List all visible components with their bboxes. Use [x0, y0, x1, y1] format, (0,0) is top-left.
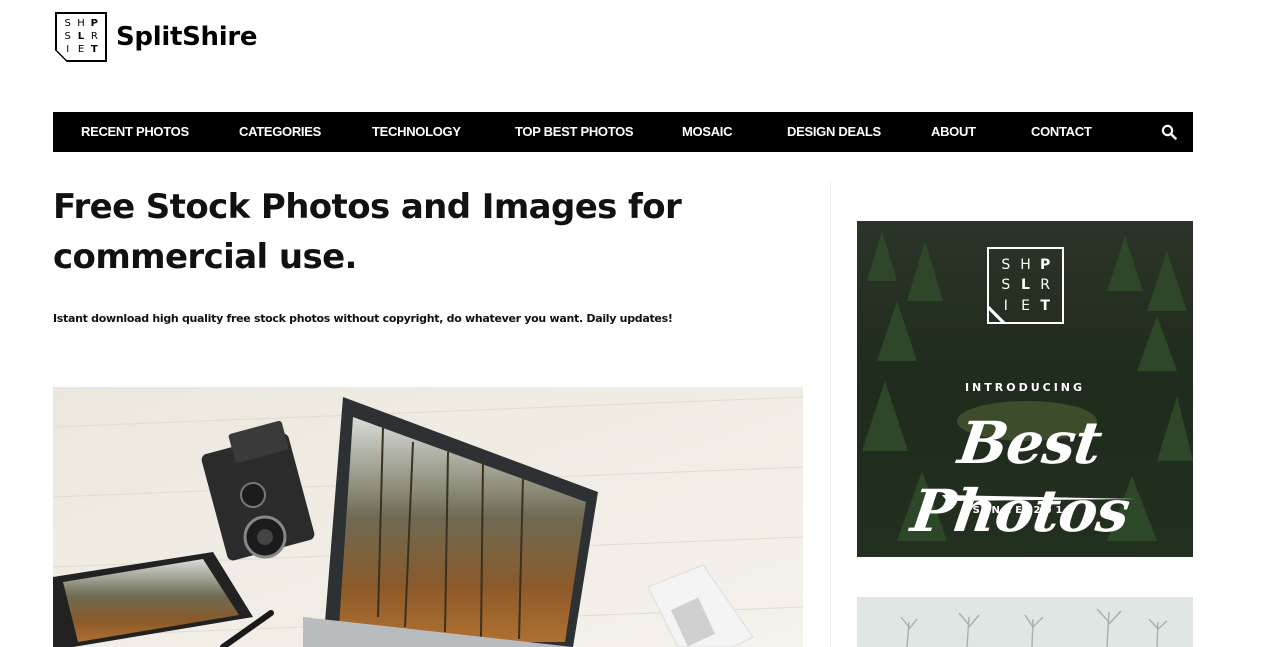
logo-letter: H [1020, 257, 1031, 274]
logo-letter: E [1021, 297, 1030, 314]
logo-letter: S [1001, 277, 1011, 294]
sidebar-thumbnail[interactable] [857, 597, 1193, 647]
page-title: Free Stock Photos and Images for commerc… [53, 187, 682, 277]
nav-item-about[interactable]: ABOUT [931, 124, 976, 139]
nav-item-recent-photos[interactable]: RECENT PHOTOS [81, 124, 189, 139]
promo-title: Best Photos [907, 409, 1134, 545]
search-icon[interactable] [1161, 124, 1177, 140]
promo-logo-mark: S H P S L R I E T [987, 247, 1064, 324]
main-nav: RECENT PHOTOS CATEGORIES TECHNOLOGY TOP … [53, 112, 1193, 152]
nav-item-categories[interactable]: CATEGORIES [239, 124, 321, 139]
nav-item-mosaic[interactable]: MOSAIC [682, 124, 733, 139]
nav-item-top-best-photos[interactable]: TOP BEST PHOTOS [515, 124, 634, 139]
promo-intro: INTRODUCING [964, 381, 1086, 394]
site-logo[interactable]: S H P S L R I E T SplitShire [55, 12, 258, 62]
logo-letter: R [1040, 277, 1051, 294]
promo-brush-stroke [942, 495, 1137, 501]
logo-letter-grid: S H P S L R I E T [61, 17, 101, 57]
logo-letter: L [1021, 277, 1030, 294]
page: S H P S L R I E T SplitShire RECENT PHOT… [0, 0, 1261, 647]
logo-letter: S [64, 17, 71, 29]
nav-item-design-deals[interactable]: DESIGN DEALS [787, 124, 881, 139]
nav-item-contact[interactable]: CONTACT [1031, 124, 1092, 139]
logo-letter: S [1001, 257, 1011, 274]
logo-letter: P [90, 17, 98, 29]
page-tagline: Istant download high quality free stock … [53, 312, 673, 325]
promo-logo-notch [987, 306, 1005, 324]
logo-mark: S H P S L R I E T [55, 12, 107, 62]
logo-letter: E [77, 44, 85, 56]
hero-photo-illustration [53, 387, 803, 647]
best-photos-promo[interactable]: S H P S L R I E T INTRODUCING Best Photo… [857, 221, 1193, 557]
nav-item-technology[interactable]: TECHNOLOGY [372, 124, 461, 139]
winter-trees-photo [857, 597, 1193, 647]
column-divider [830, 182, 831, 647]
hero-photo[interactable] [53, 387, 803, 647]
logo-letter: T [90, 44, 98, 56]
logo-letter: L [77, 30, 85, 42]
logo-letter: R [90, 30, 98, 42]
logo-notch [55, 50, 67, 62]
logo-letter: T [1040, 297, 1050, 314]
logo-letter: P [1040, 257, 1051, 274]
site-name: SplitShire [116, 22, 258, 52]
logo-letter: S [64, 30, 71, 42]
logo-letter: H [77, 17, 85, 29]
promo-since: SINCE 2014 [972, 505, 1078, 516]
